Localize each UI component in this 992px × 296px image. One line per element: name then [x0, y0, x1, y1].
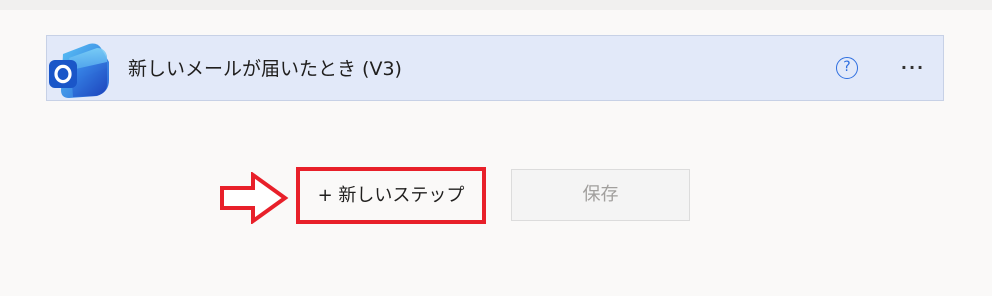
outlook-icon — [49, 40, 111, 100]
right-arrow-icon — [219, 171, 289, 225]
save-button[interactable]: 保存 — [511, 169, 690, 221]
top-band — [0, 0, 992, 10]
more-options-button[interactable]: ··· — [895, 58, 931, 80]
trigger-title: 新しいメールが届いたとき (V3) — [128, 58, 402, 80]
trigger-card[interactable]: 新しいメールが届いたとき (V3) ? ··· — [46, 35, 944, 101]
new-step-button[interactable]: + 新しいステップ — [304, 175, 478, 217]
help-button[interactable]: ? — [836, 57, 858, 79]
